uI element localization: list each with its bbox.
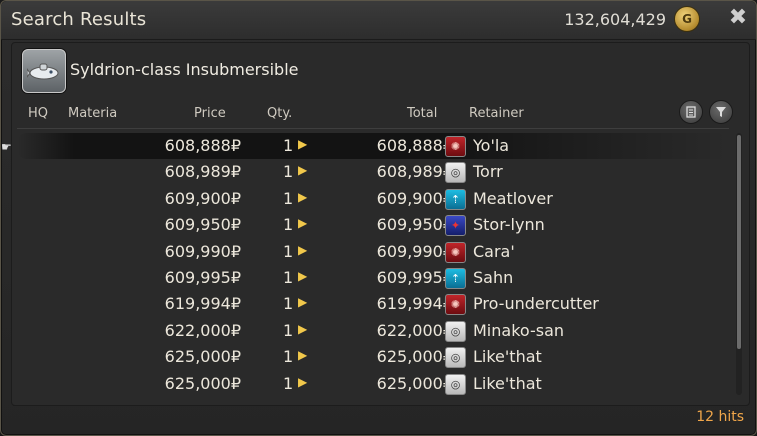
listing-qty: 1: [283, 320, 294, 340]
listing-price: 619,994₽: [164, 294, 241, 314]
search-results-window: Search Results 132,604,429 G ✖ Syldrion-…: [0, 0, 757, 436]
uldah-crest-icon: ✺: [445, 241, 466, 263]
listings-table: 608,888₽ 1 ▶ 608,888₽ ✺ Yo'la 608,989₽ 1 ▶ 608,98…: [17, 133, 729, 397]
gil-amount: 132,604,429: [564, 10, 666, 29]
header-divider: [17, 128, 729, 129]
history-icon: [686, 106, 696, 118]
listing-total: 619,994₽: [376, 294, 453, 314]
listing-total: 609,950₽: [376, 215, 453, 235]
table-row[interactable]: 609,900₽ 1 ▶ 609,900₽ ⇡ Meatlover: [17, 186, 729, 212]
table-row[interactable]: 619,994₽ 1 ▶ 619,994₽ ✺ Pro-undercutter: [17, 291, 729, 317]
listing-retainer: Torr: [473, 162, 503, 182]
listing-price: 609,900₽: [164, 188, 241, 208]
column-header-total[interactable]: Total: [407, 106, 437, 121]
listing-total: 609,995₽: [376, 267, 453, 287]
title-bar: Search Results 132,604,429 G ✖: [1, 1, 756, 40]
listing-retainer: Yo'la: [473, 136, 510, 155]
limsa-crest-icon: ◎: [445, 162, 466, 184]
gil-coin-icon: G: [674, 6, 700, 32]
uldah-crest-icon: ✺: [445, 294, 466, 316]
listing-retainer: Meatlover: [473, 188, 553, 208]
limsa-crest-icon: ◎: [445, 347, 466, 369]
close-button[interactable]: ✖: [727, 7, 749, 29]
listing-qty: 1: [283, 347, 294, 367]
table-row[interactable]: 609,990₽ 1 ▶ 609,990₽ ✺ Cara': [17, 239, 729, 265]
play-arrow-icon: ▶: [298, 348, 308, 363]
table-row[interactable]: 609,995₽ 1 ▶ 609,995₽ ⇡ Sahn: [17, 265, 729, 291]
play-arrow-icon: ▶: [298, 137, 308, 151]
listing-qty: 1: [283, 162, 294, 182]
column-header-materia[interactable]: Materia: [68, 106, 117, 121]
listing-qty: 1: [283, 188, 294, 208]
listing-qty: 1: [283, 294, 294, 314]
item-name: Syldrion-class Insubmersible: [70, 60, 299, 79]
column-header-hq[interactable]: HQ: [28, 106, 48, 121]
table-row[interactable]: 622,000₽ 1 ▶ 622,000₽ ◎ Minako-san: [17, 318, 729, 344]
listing-retainer: Minako-san: [473, 320, 565, 340]
play-arrow-icon: ▶: [298, 321, 308, 336]
limsa-crest-icon: ◎: [445, 373, 466, 395]
listing-total: 609,900₽: [376, 188, 453, 208]
listing-qty: 1: [283, 373, 294, 393]
listing-qty: 1: [283, 136, 294, 155]
play-arrow-icon: ▶: [298, 374, 308, 389]
listing-retainer: Like'that: [473, 347, 542, 367]
listing-retainer: Like'that: [473, 373, 542, 393]
listing-retainer: Stor-lynn: [473, 215, 545, 235]
listing-retainer: Sahn: [473, 267, 514, 287]
column-header-retainer[interactable]: Retainer: [469, 106, 524, 121]
listing-price: 622,000₽: [164, 320, 241, 340]
play-arrow-icon: ▶: [298, 295, 308, 310]
window-title: Search Results: [11, 9, 147, 30]
play-arrow-icon: ▶: [298, 216, 308, 231]
table-row[interactable]: 608,989₽ 1 ▶ 608,989₽ ◎ Torr: [17, 159, 729, 185]
column-header-qty[interactable]: Qty.: [267, 106, 292, 121]
pointer-cursor-icon: ☛: [1, 140, 12, 154]
listing-total: 608,888₽: [376, 136, 453, 155]
history-button[interactable]: [679, 100, 703, 124]
play-arrow-icon: ▶: [298, 189, 308, 204]
scrollbar-thumb[interactable]: [737, 135, 741, 349]
listing-price: 609,950₽: [164, 215, 241, 235]
listing-price: 609,995₽: [164, 267, 241, 287]
uldah-crest-icon: ✺: [445, 136, 466, 157]
filter-button[interactable]: [709, 100, 733, 124]
hits-count: 12 hits: [696, 409, 744, 425]
submarine-icon[interactable]: [22, 49, 66, 93]
play-arrow-icon: ▶: [298, 242, 308, 257]
listing-price: 625,000₽: [164, 373, 241, 393]
listing-total: 622,000₽: [376, 320, 453, 340]
listing-price: 608,989₽: [164, 162, 241, 182]
table-row[interactable]: 625,000₽ 1 ▶ 625,000₽ ◎ Like'that: [17, 371, 729, 397]
listing-qty: 1: [283, 267, 294, 287]
listing-total: 609,990₽: [376, 241, 453, 261]
listing-qty: 1: [283, 215, 294, 235]
table-row[interactable]: 608,888₽ 1 ▶ 608,888₽ ✺ Yo'la: [17, 133, 729, 160]
column-header-price[interactable]: Price: [194, 106, 226, 121]
filter-icon: [716, 107, 726, 117]
play-arrow-icon: ▶: [298, 268, 308, 283]
listing-price: 608,888₽: [164, 136, 241, 155]
listing-qty: 1: [283, 241, 294, 261]
listing-total: 608,989₽: [376, 162, 453, 182]
listing-price: 609,990₽: [164, 241, 241, 261]
listing-retainer: Cara': [473, 241, 515, 261]
listing-total: 625,000₽: [376, 347, 453, 367]
gridania-crest-icon: ⇡: [445, 188, 466, 210]
footer-divider: [13, 405, 746, 406]
play-arrow-icon: ▶: [298, 163, 308, 178]
table-row[interactable]: 609,950₽ 1 ▶ 609,950₽ ✦ Stor-lynn: [17, 212, 729, 238]
listing-price: 625,000₽: [164, 347, 241, 367]
listing-retainer: Pro-undercutter: [473, 294, 599, 314]
table-row[interactable]: 625,000₽ 1 ▶ 625,000₽ ◎ Like'that: [17, 344, 729, 370]
ishgard-crest-icon: ✦: [445, 215, 466, 237]
limsa-crest-icon: ◎: [445, 320, 466, 342]
gridania-crest-icon: ⇡: [445, 267, 466, 289]
listing-total: 625,000₽: [376, 373, 453, 393]
